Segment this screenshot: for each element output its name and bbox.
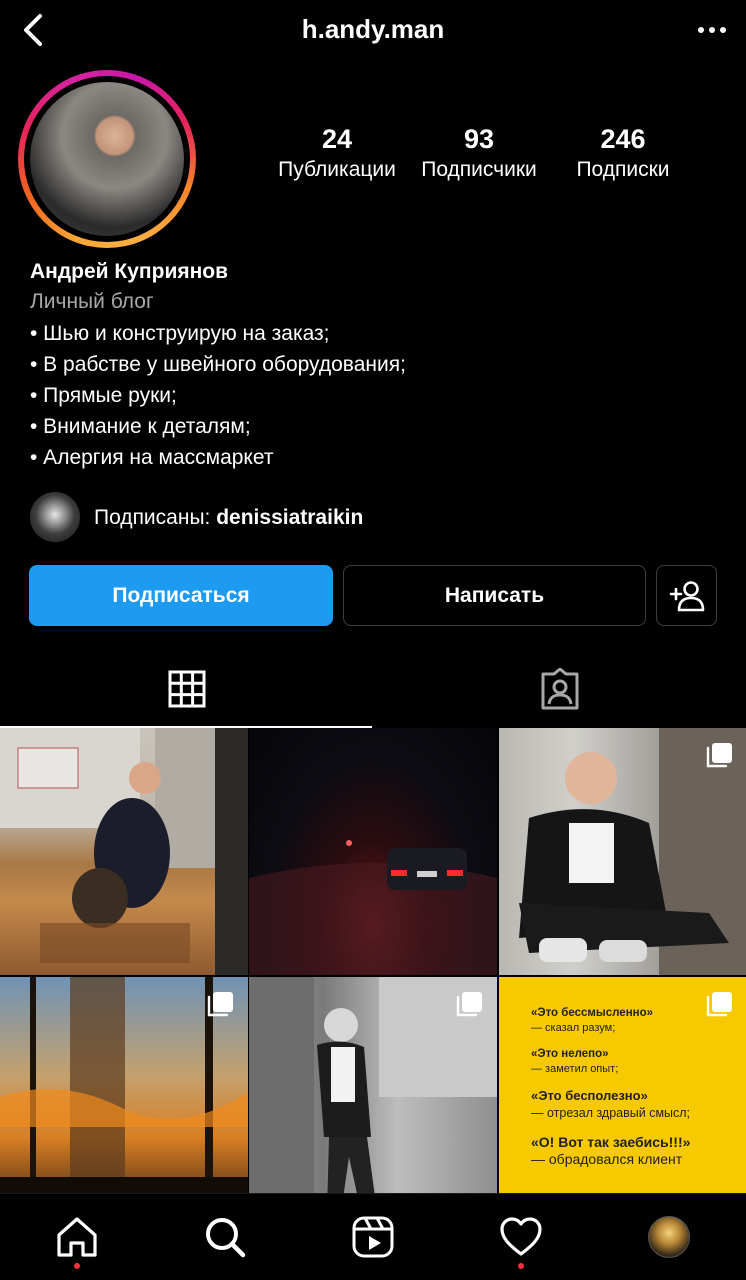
carousel-icon [456, 992, 482, 1017]
profile-full-name: Андрей Куприянов [30, 260, 229, 283]
followed-by-username[interactable]: denissiatraikin [216, 506, 363, 529]
posts-grid: «Это бессмысленно» — сказал разум; «Это … [0, 728, 746, 1224]
profile-tabs [0, 650, 746, 728]
quote-line: «О! Вот так заебись!!!» [531, 1134, 691, 1150]
grid-icon [168, 670, 205, 708]
notification-dot [74, 1263, 80, 1269]
stat-followers[interactable]: 93 Подписчики [404, 122, 554, 184]
tab-posts-grid[interactable] [0, 650, 373, 728]
story-ring[interactable] [18, 70, 196, 248]
stat-following-label: Подписки [576, 158, 670, 181]
bio-line: • Шью и конструирую на заказ; [30, 322, 330, 345]
stat-following-count: 246 [600, 124, 646, 154]
followed-by[interactable]: Подписаны: denissiatraikin [30, 492, 730, 544]
post-thumbnail[interactable]: «Это бессмысленно» — сказал разум; «Это … [499, 977, 746, 1224]
carousel-icon [706, 743, 732, 768]
suggested-users-button[interactable] [656, 565, 717, 626]
nav-reels[interactable] [348, 1212, 398, 1262]
stat-followers-count: 93 [463, 124, 495, 154]
followed-by-prefix: Подписаны: [94, 506, 217, 529]
stat-posts-label: Публикации [278, 158, 396, 181]
post-thumbnail[interactable] [0, 977, 248, 1224]
nav-activity[interactable] [496, 1212, 546, 1269]
stat-posts[interactable]: 24 Публикации [262, 122, 412, 184]
nav-home[interactable] [52, 1212, 102, 1269]
bio-line: • В рабстве у швейного оборудования; [30, 353, 406, 376]
follower-avatar [30, 492, 80, 542]
bottom-nav [0, 1193, 746, 1280]
post-thumbnail[interactable] [249, 728, 497, 975]
stat-following[interactable]: 246 Подписки [548, 122, 698, 184]
quote-line: — сказал разум; [531, 1022, 616, 1034]
quote-line: «Это нелепо» [531, 1048, 609, 1060]
profile-avatar [648, 1216, 690, 1258]
reels-icon [352, 1216, 394, 1258]
search-icon [206, 1218, 246, 1258]
quote-line: «Это бесполезно» [531, 1088, 648, 1103]
stat-followers-label: Подписчики [421, 158, 537, 181]
stat-posts-count: 24 [321, 124, 353, 154]
message-button[interactable]: Написать [343, 565, 646, 626]
avatar [30, 82, 184, 236]
nav-profile[interactable] [644, 1212, 694, 1262]
profile-stats: 24 Публикации 93 Подписчики 246 Подписки [262, 122, 692, 192]
tagged-person-icon [541, 668, 578, 710]
profile-category: Личный блог [30, 290, 154, 313]
carousel-icon [706, 992, 732, 1017]
post-thumbnail[interactable] [0, 728, 248, 975]
carousel-icon [207, 992, 233, 1017]
followed-by-text: Подписаны: denissiatraikin [94, 504, 363, 532]
home-icon [57, 1217, 97, 1257]
tab-tagged[interactable] [373, 650, 746, 728]
bio-line: • Прямые руки; [30, 384, 177, 407]
add-person-icon [669, 580, 704, 611]
more-horizontal-icon[interactable] [694, 14, 730, 46]
quote-line: — обрадовался клиент [531, 1151, 683, 1167]
bio-line: • Внимание к деталям; [30, 415, 251, 438]
post-thumbnail[interactable] [499, 728, 746, 975]
bio-line: • Алергия на массмаркет [30, 446, 274, 469]
notification-dot [518, 1263, 524, 1269]
follow-button[interactable]: Подписаться [29, 565, 333, 626]
profile-bio: Андрей Куприянов Личный блог • Шью и кон… [30, 258, 730, 473]
heart-icon [500, 1217, 542, 1256]
post-thumbnail[interactable] [249, 977, 497, 1224]
quote-line: — отрезал здравый смысл; [531, 1106, 691, 1120]
quote-line: — заметил опыт; [531, 1063, 619, 1075]
profile-username: h.andy.man [301, 14, 445, 44]
top-bar: h.andy.man [0, 0, 746, 60]
nav-search[interactable] [200, 1212, 250, 1262]
